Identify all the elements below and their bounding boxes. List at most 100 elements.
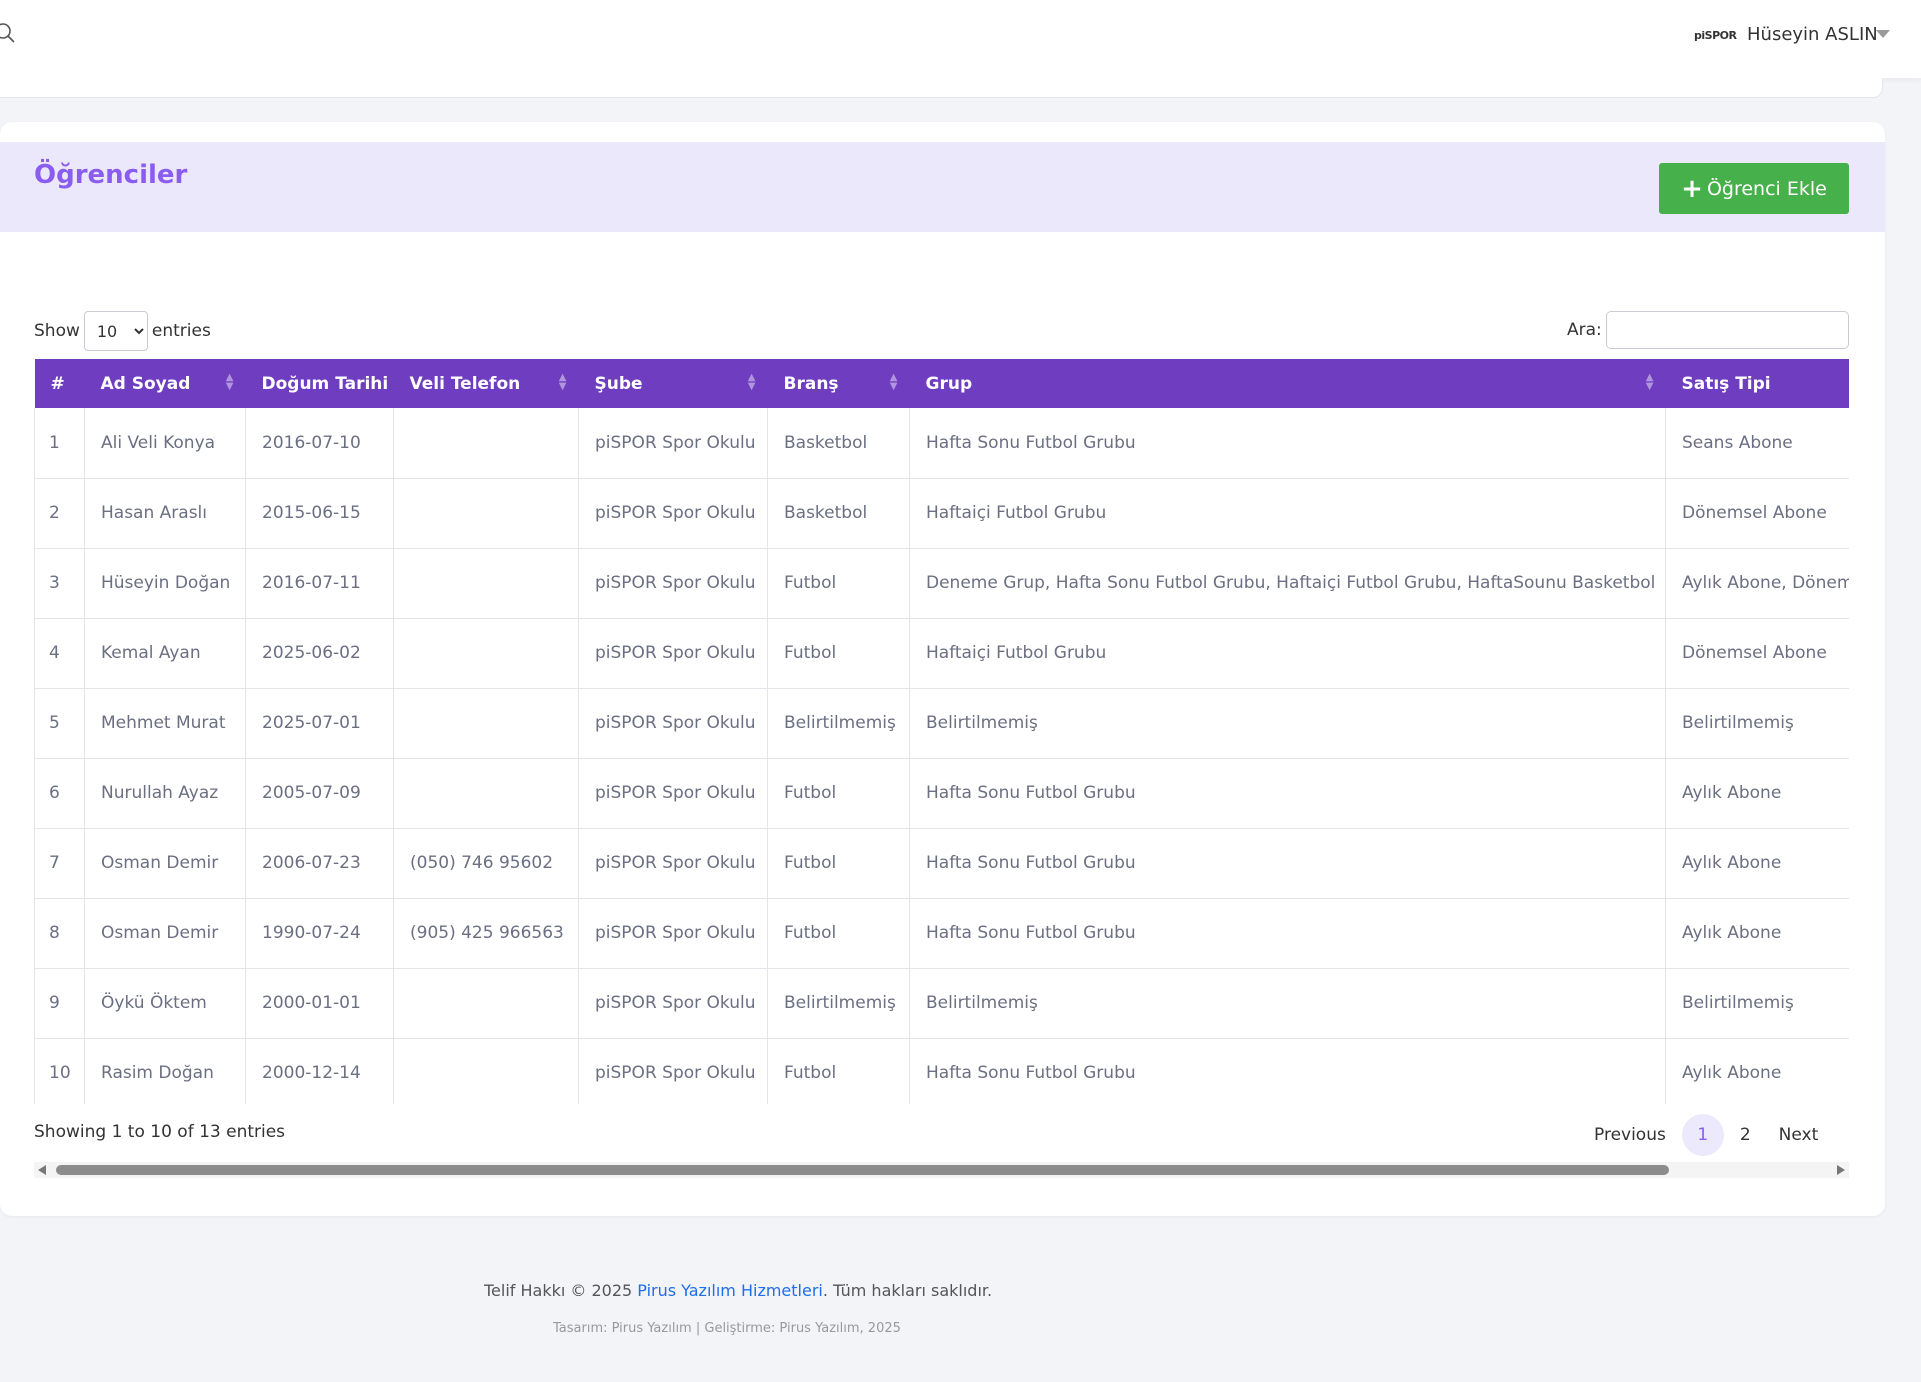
table-row[interactable]: 5 Mehmet Murat 2025-07-01 piSPOR Spor Okulu…	[34, 688, 1849, 759]
table-cell: Futbol	[767, 618, 910, 689]
table-cell: Kemal Ayan	[84, 618, 246, 689]
breadcrumb-bar	[0, 78, 1883, 98]
table-cell: Ali Veli Konya	[84, 408, 246, 479]
page-length-select[interactable]: 10	[83, 311, 148, 351]
table-cell: Osman Demir	[84, 828, 246, 899]
column-header[interactable]: Ad Soyad ▲ ▼	[84, 359, 246, 408]
column-header[interactable]: Grup ▲ ▼	[909, 359, 1666, 408]
previous-page-button[interactable]: Previous	[1580, 1125, 1680, 1145]
page-button[interactable]: 2	[1726, 1125, 1765, 1145]
copyright-text: Telif Hakkı © 2025 Pirus Yazılım Hizmetl…	[484, 1281, 992, 1300]
table-cell: Hasan Araslı	[84, 478, 246, 549]
table-cell: Futbol	[767, 758, 910, 829]
table-cell: 5	[34, 688, 85, 759]
table-cell: 2016-07-11	[245, 548, 394, 619]
table-cell: Deneme Grup, Hafta Sonu Futbol Grubu, Ha…	[909, 548, 1666, 619]
table-cell: 2006-07-23	[245, 828, 394, 899]
table-cell: 2015-06-15	[245, 478, 394, 549]
table-cell: 1	[34, 408, 85, 479]
table-search-input[interactable]	[1605, 311, 1849, 349]
table-cell: Belirtilmemiş	[767, 968, 910, 1039]
table-cell: Dönemsel Abone	[1665, 618, 1849, 689]
table-row[interactable]: 6 Nurullah Ayaz 2005-07-09 piSPOR Spor Okul…	[34, 758, 1849, 829]
students-table-wrapper: # Ad Soyad ▲ ▼ Doğum Tarihi Veli Telefon ▲ ▼…	[34, 359, 1849, 1104]
students-table: # Ad Soyad ▲ ▼ Doğum Tarihi Veli Telefon ▲ ▼…	[34, 359, 1849, 1104]
user-menu-name[interactable]: Hüseyin ASLIN	[1747, 24, 1878, 45]
table-cell: Haftaiçi Futbol Grubu	[909, 478, 1666, 549]
brand-logo: piSPOR	[1694, 29, 1737, 42]
column-header[interactable]: Branş ▲ ▼	[767, 359, 910, 408]
table-row[interactable]: 7 Osman Demir 2006-07-23 (050) 746 95602 piS…	[34, 828, 1849, 899]
table-cell: piSPOR Spor Okulu	[578, 968, 768, 1039]
table-cell: piSPOR Spor Okulu	[578, 478, 768, 549]
table-cell: Hafta Sonu Futbol Grubu	[909, 898, 1666, 969]
top-navbar: piSPOR Hüseyin ASLIN	[0, 0, 1921, 78]
table-cell: Belirtilmemiş	[1665, 968, 1849, 1039]
table-row[interactable]: 9 Öykü Öktem 2000-01-01 piSPOR Spor Okulu Be…	[34, 968, 1849, 1039]
table-cell: Aylık Abone, Dönem	[1665, 548, 1849, 619]
table-cell: Futbol	[767, 828, 910, 899]
column-header[interactable]: #	[34, 359, 85, 408]
table-cell: Hafta Sonu Futbol Grubu	[909, 1038, 1666, 1104]
table-header-row: # Ad Soyad ▲ ▼ Doğum Tarihi Veli Telefon ▲ ▼…	[34, 359, 1849, 408]
table-row[interactable]: 3 Hüseyin Doğan 2016-07-11 piSPOR Spor Okul…	[34, 548, 1849, 619]
table-cell: piSPOR Spor Okulu	[578, 828, 768, 899]
table-search-control: Ara:	[1567, 311, 1849, 349]
add-student-button[interactable]: + Öğrenci Ekle	[1659, 163, 1849, 214]
sort-icon: ▲ ▼	[225, 372, 234, 392]
column-header[interactable]: Şube ▲ ▼	[578, 359, 768, 408]
scroll-left-icon[interactable]	[38, 1165, 46, 1175]
table-cell: Aylık Abone	[1665, 828, 1849, 899]
table-cell: 2000-01-01	[245, 968, 394, 1039]
column-header[interactable]: Doğum Tarihi	[245, 359, 394, 408]
table-row[interactable]: 1 Ali Veli Konya 2016-07-10 piSPOR Spor Oku…	[34, 408, 1849, 479]
table-cell: Öykü Öktem	[84, 968, 246, 1039]
company-link[interactable]: Pirus Yazılım Hizmetleri	[637, 1281, 823, 1300]
table-cell: piSPOR Spor Okulu	[578, 618, 768, 689]
sort-icon: ▲ ▼	[889, 372, 898, 392]
table-cell	[393, 1038, 579, 1104]
copyright-prefix: Telif Hakkı © 2025	[484, 1281, 638, 1300]
table-cell: Belirtilmemiş	[909, 688, 1666, 759]
table-cell: Mehmet Murat	[84, 688, 246, 759]
page-length-control: Show 10 entries	[34, 311, 211, 351]
table-cell: Belirtilmemiş	[767, 688, 910, 759]
table-cell: Aylık Abone	[1665, 1038, 1849, 1104]
table-cell: 7	[34, 828, 85, 899]
table-info: Showing 1 to 10 of 13 entries	[34, 1122, 286, 1142]
sort-icon: ▲ ▼	[747, 372, 756, 392]
search-label: Ara:	[1567, 320, 1602, 340]
table-cell: Dönemsel Abone	[1665, 478, 1849, 549]
page-title: Öğrenciler	[34, 160, 188, 190]
table-cell: Belirtilmemiş	[909, 968, 1666, 1039]
column-header[interactable]: Veli Telefon ▲ ▼	[393, 359, 579, 408]
table-cell: piSPOR Spor Okulu	[578, 898, 768, 969]
table-row[interactable]: 4 Kemal Ayan 2025-06-02 piSPOR Spor Okulu Fu…	[34, 618, 1849, 689]
page-button-current[interactable]: 1	[1681, 1114, 1724, 1156]
copyright-suffix: . Tüm hakları saklıdır.	[822, 1281, 993, 1300]
table-cell: 8	[34, 898, 85, 969]
horizontal-scrollbar[interactable]	[34, 1162, 1849, 1178]
table-row[interactable]: 8 Osman Demir 1990-07-24 (905) 425 966563 pi…	[34, 898, 1849, 969]
table-cell: Basketbol	[767, 478, 910, 549]
search-icon[interactable]	[0, 22, 16, 44]
credits-text: Tasarım: Pirus Yazılım | Geliştirme: Pir…	[553, 1321, 901, 1336]
table-cell: Seans Abone	[1665, 408, 1849, 479]
column-header[interactable]: Satış Tipi	[1665, 359, 1849, 408]
table-row[interactable]: 2 Hasan Araslı 2015-06-15 piSPOR Spor Okulu…	[34, 478, 1849, 549]
table-cell: Aylık Abone	[1665, 898, 1849, 969]
scroll-right-icon[interactable]	[1837, 1165, 1845, 1175]
table-cell: Futbol	[767, 548, 910, 619]
scrollbar-thumb[interactable]	[56, 1165, 1669, 1175]
caret-down-icon[interactable]	[1876, 30, 1890, 38]
table-cell: (905) 425 966563	[393, 898, 579, 969]
next-page-button[interactable]: Next	[1765, 1125, 1833, 1145]
table-cell: 2025-07-01	[245, 688, 394, 759]
table-cell: piSPOR Spor Okulu	[578, 688, 768, 759]
table-cell: Hafta Sonu Futbol Grubu	[909, 758, 1666, 829]
table-cell	[393, 408, 579, 479]
table-cell: piSPOR Spor Okulu	[578, 548, 768, 619]
table-cell: Rasim Doğan	[84, 1038, 246, 1104]
students-card: Öğrenciler + Öğrenci Ekle Show 10 entrie…	[0, 122, 1885, 1216]
table-row[interactable]: 10 Rasim Doğan 2000-12-14 piSPOR Spor Okulu…	[34, 1038, 1849, 1104]
